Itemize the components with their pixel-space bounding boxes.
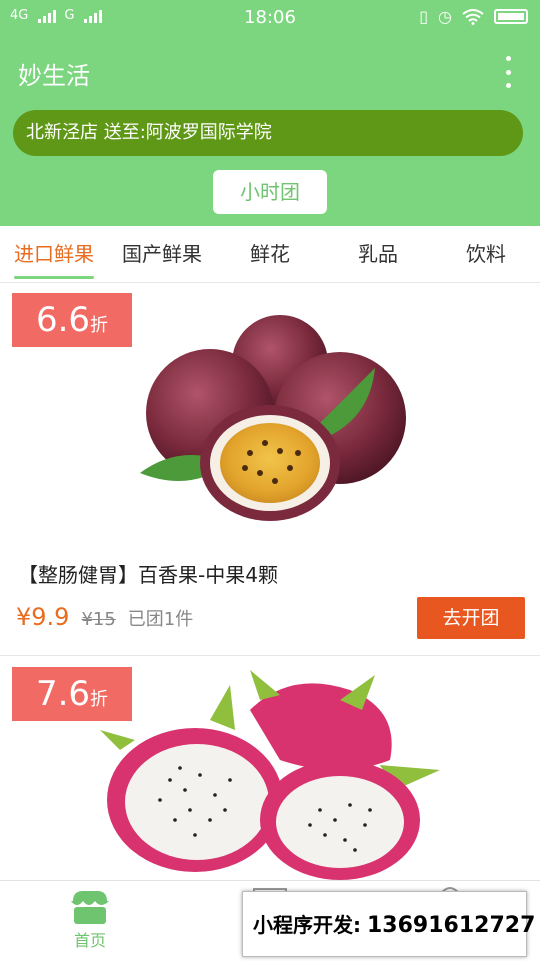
developer-ad-overlay: 小程序开发: 13691612727	[242, 891, 535, 957]
discount-value: 6.6	[35, 300, 91, 340]
discount-unit: 折	[90, 689, 109, 710]
tab-flowers[interactable]: 鲜花	[216, 226, 324, 282]
hour-group-button[interactable]: 小时团	[213, 170, 327, 214]
category-tabs: 进口鲜果 国产鲜果 鲜花 乳品 饮料	[0, 226, 540, 283]
passion-fruit-image	[140, 315, 406, 521]
header: 妙生活 北新泾店 送至:阿波罗国际学院 小时团	[0, 36, 540, 226]
discount-unit: 折	[90, 315, 109, 336]
product-card[interactable]: 6.6折 【整肠健胃】百香果-中果4颗 ¥9.9 ¥15 已团1件 去开团	[0, 283, 540, 656]
app-title: 妙生活	[18, 62, 90, 90]
more-menu-icon[interactable]	[504, 56, 512, 88]
wifi-icon	[462, 8, 484, 25]
sold-count: 已团1件	[127, 609, 194, 630]
discount-badge: 7.6折	[12, 667, 132, 721]
ad-phone: 13691612727	[367, 913, 536, 938]
product-card[interactable]: 7.6折	[0, 656, 540, 880]
store-address-bar[interactable]: 北新泾店 送至:阿波罗国际学院	[13, 110, 523, 156]
alarm-icon: ◷	[438, 7, 452, 26]
tab-home[interactable]: 首页	[60, 889, 120, 957]
system-icons: ▯ ◷	[419, 7, 528, 26]
group-price: ¥9.9	[16, 603, 70, 631]
status-bar: 4G G 18:06 ▯ ◷	[0, 0, 540, 36]
tab-drinks[interactable]: 饮料	[432, 226, 540, 282]
battery-icon	[494, 9, 528, 24]
tab-domestic-fruit[interactable]: 国产鲜果	[108, 226, 216, 282]
tab-home-label: 首页	[73, 931, 106, 950]
dragon-fruit-image	[100, 670, 440, 880]
start-group-button[interactable]: 去开团	[417, 597, 525, 639]
ad-text: 小程序开发:	[253, 913, 361, 937]
shop-icon	[71, 891, 109, 924]
discount-badge: 6.6折	[12, 293, 132, 347]
tab-dairy[interactable]: 乳品	[324, 226, 432, 282]
discount-value: 7.6	[35, 674, 91, 714]
tab-imported-fruit[interactable]: 进口鲜果	[0, 226, 108, 282]
price-row: ¥9.9 ¥15 已团1件	[16, 603, 193, 631]
product-name[interactable]: 【整肠健胃】百香果-中果4颗	[18, 559, 278, 588]
original-price: ¥15	[81, 609, 116, 630]
vibrate-icon: ▯	[419, 7, 429, 26]
